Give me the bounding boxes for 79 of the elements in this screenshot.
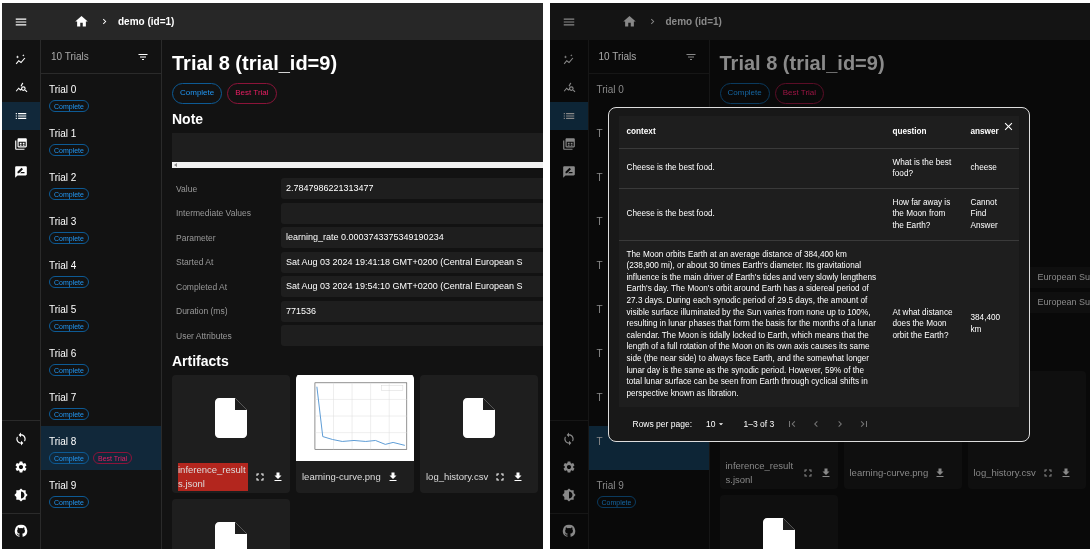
- message-edit-icon: [561, 165, 576, 179]
- rows-per-page-select[interactable]: 10: [706, 419, 726, 430]
- nav-rail-item[interactable]: [549, 102, 588, 130]
- table-cell: Cannot Find Answer: [962, 188, 1019, 241]
- brightness-icon: [561, 488, 576, 502]
- trial-name: Trial 0: [49, 84, 77, 95]
- trial-name: Trial 3: [49, 216, 77, 227]
- field-value: 2.7847986221313477: [281, 178, 543, 199]
- table-cell: What is the best food?: [884, 148, 963, 189]
- trial-title: Trial 8 (trial_id=9): [172, 52, 339, 75]
- trial-name: Trial 1: [49, 128, 77, 139]
- breadcrumb-link[interactable]: demo (id=1): [118, 16, 175, 27]
- trial-name: Trial 2: [49, 172, 77, 183]
- trial-name: Trial 0: [596, 84, 624, 95]
- table-cell: The Moon orbits Earth at an average distance of 384,400 km (238,900 mi), or about 30 times Earth's diameter. Its gravitational influence is the main driver of Earth's tides and very slowly lengthens Earth's day. The Moon's orbit around Earth has a sidereal period of 27.3 days. During each synodic period of 29.5 days, the amount of visible surface illuminated by the Sun varies from none up to 100%, resulting in lunar phases that form the basis for the months of a lunar calendar. The Moon is tidally locked to Earth, which means that the length of a full rotation of the Moon on its own axis causes its same side (the near side) to always face Earth, and the somewhat longer lunar day is the same as the synodic period. However, 59% of the total lunar surface can be seen from Earth through cyclical shifts in perspective known as libration.: [618, 240, 885, 408]
- field-label: User Attributes: [175, 330, 233, 341]
- field-value: learning_rate 0.0003743375349190234: [281, 227, 543, 248]
- table-cell: 384,400 km: [962, 240, 1019, 408]
- trial-count: 10 Trials: [51, 51, 89, 62]
- trial-name: Trial 4: [49, 260, 77, 271]
- trial-name: Trial 9: [596, 480, 624, 491]
- settings-icon: [561, 460, 576, 474]
- table-cell: At what distance does the Moon orbit the Earth?: [884, 240, 963, 408]
- download-icon[interactable]: [512, 471, 525, 483]
- settings-icon: [14, 460, 28, 474]
- trial-name: Trial 6: [49, 348, 77, 359]
- download-icon[interactable]: [272, 471, 284, 483]
- field-label: Duration (ms): [175, 306, 229, 316]
- field-label: Completed At: [175, 281, 229, 292]
- horizontal-scrollbar[interactable]: [172, 162, 543, 168]
- field-label: Started At: [175, 257, 215, 267]
- column-header: question: [892, 127, 927, 136]
- field-value: Sat Aug 03 2024 19:54:10 GMT+0200 (Central European S: [281, 276, 543, 297]
- fullscreen-icon[interactable]: [254, 471, 266, 483]
- chart-search-icon: [14, 81, 28, 95]
- file-icon: [215, 398, 247, 438]
- artifact-filename: learning-curve.png: [302, 470, 381, 484]
- artifacts-heading: Artifacts: [172, 353, 230, 369]
- sync-icon: [14, 432, 28, 446]
- field-label: Parameter: [175, 232, 217, 243]
- trial-title: Trial 8 (trial_id=9): [719, 52, 886, 75]
- trial-name: T: [596, 436, 603, 447]
- table-cell: Cheese is the best food.: [618, 148, 885, 189]
- brightness-icon: [14, 488, 28, 502]
- trial-name: Trial 9: [49, 480, 77, 491]
- table-cell: cheese: [962, 148, 1019, 189]
- table-icon: [561, 137, 576, 151]
- home-icon[interactable]: [74, 14, 89, 29]
- page-range: 1–3 of 3: [743, 419, 775, 430]
- artifact-filename: log_history.csv: [973, 465, 1036, 480]
- note-field[interactable]: [172, 133, 543, 162]
- cat-logo-icon: [561, 524, 576, 538]
- artifact-filename: inference_results.jsonl: [178, 463, 248, 491]
- sparkle-chart-icon: [14, 53, 28, 67]
- field-label: Intermediate Values: [175, 208, 252, 218]
- trial-name: Trial 7: [49, 392, 77, 403]
- sync-icon: [561, 432, 576, 446]
- table-cell: Cheese is the best food.: [618, 188, 885, 241]
- field-value: Sat Aug 03 2024 19:41:18 GMT+0200 (Central European S: [281, 251, 543, 273]
- trial-count: 10 Trials: [598, 51, 637, 62]
- fullscreen-icon[interactable]: [494, 471, 507, 483]
- table-icon: [14, 137, 28, 151]
- table-cell: How far away is the Moon from the Earth?: [884, 188, 963, 241]
- field-label: Value: [175, 183, 199, 194]
- trial-name: Trial 8: [49, 436, 77, 447]
- column-header: answer: [970, 127, 999, 136]
- column-header: context: [626, 127, 656, 136]
- breadcrumb-link[interactable]: demo (id=1): [665, 16, 722, 27]
- field-value: 771536: [281, 300, 543, 322]
- sparkle-chart-icon: [561, 53, 576, 67]
- artifact-filename: learning-curve.png: [849, 465, 929, 480]
- artifact-filename: log_history.csv: [426, 470, 489, 484]
- message-edit-icon: [14, 165, 28, 179]
- chart-search-icon: [561, 81, 576, 95]
- note-heading: Note: [172, 111, 205, 127]
- cat-logo-icon: [14, 524, 28, 538]
- artifact-filename: inference_results.jsonl: [725, 458, 795, 487]
- trial-name: Trial 5: [49, 304, 77, 315]
- file-icon: [463, 398, 495, 438]
